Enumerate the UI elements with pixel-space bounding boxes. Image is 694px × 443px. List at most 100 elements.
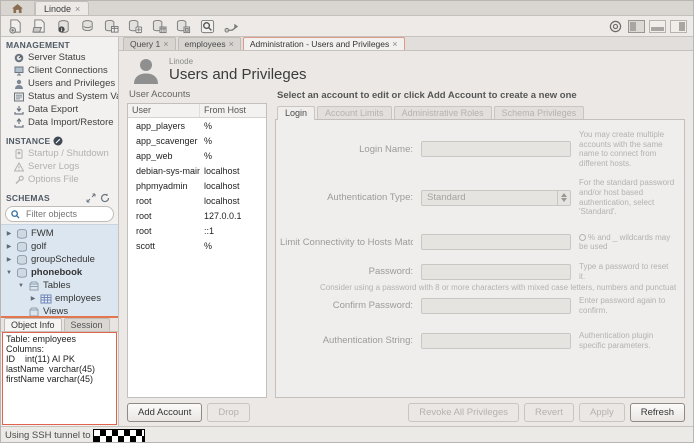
- db-status-icon[interactable]: [55, 18, 72, 34]
- tab-session[interactable]: Session: [64, 318, 110, 331]
- admin-users-privileges-page: Linode Users and Privileges User Account…: [119, 51, 693, 426]
- db-connections-icon[interactable]: [79, 18, 96, 34]
- connection-tab[interactable]: Linode ×: [35, 1, 89, 15]
- table-row[interactable]: root::1: [128, 223, 266, 238]
- schema-icon: [16, 229, 28, 239]
- schema-tree-item-employees[interactable]: ▶ employees: [1, 292, 118, 305]
- schema-filter-input[interactable]: [24, 208, 104, 220]
- schema-tree-item-phonebook[interactable]: ▼ phonebook: [1, 266, 118, 279]
- drop-button[interactable]: Drop: [207, 403, 250, 422]
- schema-tree-item-views[interactable]: Views: [1, 305, 118, 316]
- search-icon: [11, 210, 20, 219]
- tab-administration-users-privileges[interactable]: Administration - Users and Privileges ×: [243, 37, 405, 50]
- schema-tree-item-groupschedule[interactable]: ▶ groupSchedule: [1, 253, 118, 266]
- schema-icon: [16, 255, 28, 265]
- user-accounts-column: User Accounts User From Host app_players…: [127, 87, 267, 398]
- table-row[interactable]: debian-sys-maintlocalhost: [128, 163, 266, 178]
- table-row[interactable]: root127.0.0.1: [128, 208, 266, 223]
- sidebar-item-data-import[interactable]: Data Import/Restore: [1, 116, 118, 129]
- db-schema-icon[interactable]: [103, 18, 120, 34]
- collapse-arrow-icon[interactable]: ▼: [17, 283, 25, 289]
- schema-label: golf: [31, 241, 46, 252]
- toggle-bottom-panel-icon[interactable]: [649, 20, 666, 33]
- collapse-arrow-icon[interactable]: ▼: [5, 270, 13, 276]
- tab-label: Administration - Users and Privileges: [250, 39, 389, 49]
- object-info-line: ID int(11) AI PK: [6, 354, 113, 364]
- sidebar-item-data-export[interactable]: Data Export: [1, 103, 118, 116]
- password-advice-note: Consider using a password with 8 or more…: [320, 283, 676, 292]
- open-sql-script-icon[interactable]: [31, 18, 48, 34]
- db-add-schema-icon[interactable]: [127, 18, 144, 34]
- user-cell: phpmyadmin: [128, 181, 200, 191]
- instance-config-icon[interactable]: [53, 136, 63, 146]
- sidebar-item-label: Startup / Shutdown: [28, 148, 109, 159]
- close-icon[interactable]: ×: [229, 39, 234, 49]
- sidebar-item-status-system-variables[interactable]: Status and System Variables: [1, 90, 118, 103]
- mysql-workbench-window: Linode × MANAGEMENT: [0, 0, 694, 443]
- login-name-hint: You may create multiple accounts with th…: [579, 130, 676, 168]
- host-cell: localhost: [200, 196, 244, 206]
- new-query-icon[interactable]: [7, 18, 24, 34]
- table-row[interactable]: app_players%: [128, 118, 266, 133]
- schema-tree-item-tables[interactable]: ▼ Tables: [1, 279, 118, 292]
- table-row[interactable]: scott%: [128, 238, 266, 253]
- table-row[interactable]: rootlocalhost: [128, 193, 266, 208]
- object-info-line: Table: employees: [6, 334, 113, 344]
- hosts-matching-hint: % and _ wildcards may be used: [579, 233, 676, 252]
- sidebar-item-startup-shutdown[interactable]: Startup / Shutdown: [1, 147, 118, 160]
- column-header-user[interactable]: User: [128, 104, 200, 117]
- tab-administrative-roles[interactable]: Administrative Roles: [394, 106, 492, 120]
- add-account-button[interactable]: Add Account: [127, 403, 202, 422]
- toggle-left-panel-icon[interactable]: [628, 20, 645, 33]
- revoke-all-privileges-button[interactable]: Revoke All Privileges: [408, 403, 519, 422]
- close-icon[interactable]: ×: [75, 4, 80, 14]
- column-header-from-host[interactable]: From Host: [200, 104, 250, 117]
- select-account-prompt: Select an account to edit or click Add A…: [275, 87, 685, 105]
- schema-tree-item-fwm[interactable]: ▶ FWM: [1, 227, 118, 240]
- sidebar-item-server-status[interactable]: Server Status: [1, 51, 118, 64]
- schema-filter-box[interactable]: [5, 206, 114, 222]
- expand-arrow-icon[interactable]: ▶: [5, 230, 13, 237]
- table-row[interactable]: phpmyadminlocalhost: [128, 178, 266, 193]
- account-details-column: Select an account to edit or click Add A…: [275, 87, 685, 398]
- sidebar-item-label: Server Status: [28, 52, 86, 63]
- select-stepper-icon: [557, 191, 570, 205]
- migration-wizard-icon[interactable]: [223, 18, 240, 34]
- db-add-view-icon[interactable]: [175, 18, 192, 34]
- toggle-right-panel-icon[interactable]: [670, 20, 687, 33]
- table-row[interactable]: app_web%: [128, 148, 266, 163]
- db-add-table-icon[interactable]: [151, 18, 168, 34]
- home-tab[interactable]: [1, 1, 35, 15]
- tab-schema-privileges[interactable]: Schema Privileges: [494, 106, 585, 120]
- sidebar-item-options-file[interactable]: Options File: [1, 173, 118, 186]
- expand-panel-icon[interactable]: [86, 193, 96, 203]
- person-icon: [13, 78, 24, 89]
- sidebar-item-server-logs[interactable]: Server Logs: [1, 160, 118, 173]
- tab-employees[interactable]: employees ×: [178, 37, 241, 50]
- tab-label: employees: [185, 39, 226, 49]
- tab-account-limits[interactable]: Account Limits: [317, 106, 392, 120]
- wrench-icon: [13, 174, 24, 185]
- apply-button[interactable]: Apply: [579, 403, 625, 422]
- refresh-button[interactable]: Refresh: [630, 403, 685, 422]
- close-icon[interactable]: ×: [163, 39, 168, 49]
- auth-string-input: [421, 333, 571, 349]
- schema-label: groupSchedule: [31, 254, 95, 265]
- tab-query-1[interactable]: Query 1 ×: [123, 37, 176, 50]
- dashboard-icon[interactable]: [607, 18, 624, 34]
- import-icon: [13, 117, 24, 128]
- close-icon[interactable]: ×: [392, 39, 397, 49]
- refresh-schemas-icon[interactable]: [100, 193, 110, 203]
- sidebar-item-client-connections[interactable]: Client Connections: [1, 64, 118, 77]
- schema-tree-item-golf[interactable]: ▶ golf: [1, 240, 118, 253]
- sidebar-item-users-and-privileges[interactable]: Users and Privileges: [1, 77, 118, 90]
- search-data-icon[interactable]: [199, 18, 216, 34]
- tab-object-info[interactable]: Object Info: [4, 318, 62, 331]
- expand-arrow-icon[interactable]: ▶: [5, 243, 13, 250]
- expand-arrow-icon[interactable]: ▶: [5, 256, 13, 263]
- connection-tab-label: Linode: [44, 4, 71, 14]
- revert-button[interactable]: Revert: [524, 403, 574, 422]
- tab-login[interactable]: Login: [277, 106, 315, 120]
- expand-arrow-icon[interactable]: ▶: [29, 295, 37, 302]
- table-row[interactable]: app_scavenger%: [128, 133, 266, 148]
